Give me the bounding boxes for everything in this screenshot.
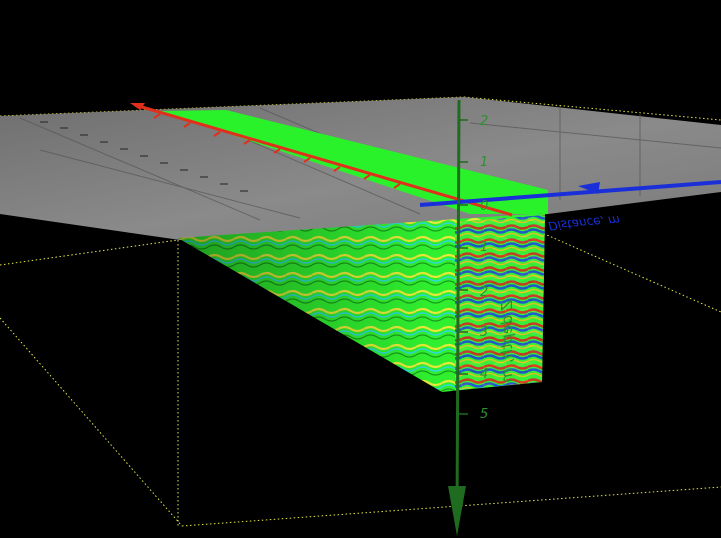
z-tick-label: 3	[480, 325, 488, 340]
z-tick-label: 0	[480, 199, 488, 214]
z-tick-label: 1	[480, 155, 488, 170]
z-tick-label: 2	[480, 114, 488, 129]
z-axis-line	[455, 99, 461, 521]
depth-axis-label: Z depth, m	[498, 299, 516, 383]
z-tick-label: 1	[480, 240, 488, 255]
distance-axis-label: Distance, m	[548, 213, 621, 233]
z-axis-arrow-icon	[448, 486, 466, 536]
3d-viewport[interactable]: 2 1 0 1 2 3 4 5 Z depth, m Distance, m	[0, 0, 721, 538]
seismic-section-shade	[178, 213, 545, 392]
z-tick-label: 2	[480, 285, 488, 300]
z-tick-label: 5	[480, 407, 488, 422]
z-tick-label: 4	[480, 367, 488, 382]
